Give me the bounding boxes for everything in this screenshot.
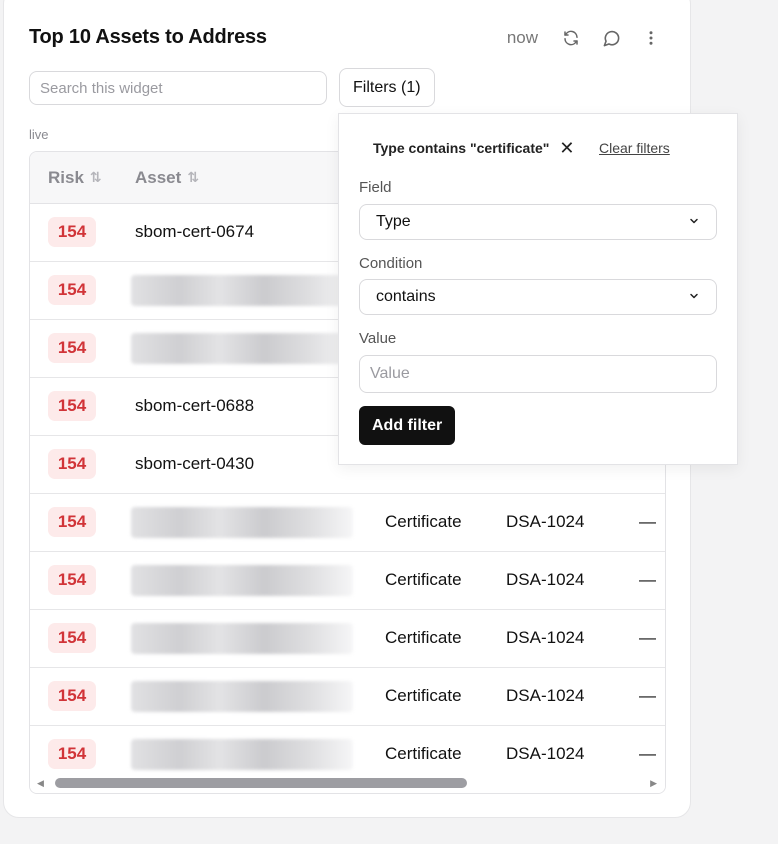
close-icon[interactable]: ✕ [559, 139, 574, 157]
column-header-label: Risk [48, 167, 84, 187]
asset-algorithm: DSA-1024 [506, 686, 585, 705]
filter-popover: Type contains "certificate" ✕ Clear filt… [338, 113, 738, 465]
updated-timestamp: now [506, 28, 538, 47]
value-input[interactable] [359, 355, 717, 393]
risk-badge: 154 [48, 739, 96, 769]
sort-icon: ⇅ [187, 169, 200, 185]
table-row[interactable]: 154 Certificate DSA-1024 — [30, 494, 665, 552]
active-filter-chip: Type contains "certificate" ✕ [373, 139, 575, 157]
column-header-asset[interactable]: Asset ⇅ [135, 168, 199, 188]
comment-icon[interactable] [600, 27, 622, 49]
risk-badge: 154 [48, 565, 96, 595]
redacted-asset-name [131, 739, 353, 770]
redacted-asset-name [131, 623, 353, 654]
scroll-left-arrow-icon[interactable]: ◀ [37, 778, 44, 789]
redacted-asset-name [131, 275, 353, 306]
asset-algorithm: DSA-1024 [506, 744, 585, 763]
asset-type: Certificate [385, 570, 462, 589]
condition-label: Condition [359, 255, 423, 272]
widget-header-actions: now [507, 27, 662, 49]
risk-badge: 154 [48, 217, 96, 247]
redacted-asset-name [131, 507, 353, 538]
scrollbar-thumb[interactable] [55, 778, 467, 788]
chevron-down-icon [688, 289, 700, 305]
asset-extra: — [639, 570, 656, 589]
asset-name[interactable]: sbom-cert-0674 [135, 222, 254, 242]
asset-type: Certificate [385, 686, 462, 705]
asset-algorithm: DSA-1024 [506, 570, 585, 589]
risk-badge: 154 [48, 449, 96, 479]
asset-extra: — [639, 686, 656, 705]
asset-extra: — [639, 628, 656, 647]
widget-title: Top 10 Assets to Address [29, 26, 267, 48]
redacted-asset-name [131, 333, 353, 364]
redacted-asset-name [131, 565, 353, 596]
field-select-value: Type [376, 213, 411, 230]
add-filter-button[interactable]: Add filter [359, 406, 456, 445]
risk-badge: 154 [48, 275, 96, 305]
redacted-asset-name [131, 681, 353, 712]
asset-type: Certificate [385, 628, 462, 647]
table-row[interactable]: 154 Certificate DSA-1024 — [30, 668, 665, 726]
condition-select-value: contains [376, 288, 436, 305]
risk-badge: 154 [48, 507, 96, 537]
filters-button[interactable]: Filters (1) [339, 68, 435, 107]
risk-badge: 154 [48, 391, 96, 421]
horizontal-scrollbar[interactable]: ◀ ▶ [30, 773, 665, 793]
asset-algorithm: DSA-1024 [506, 628, 585, 647]
asset-extra: — [639, 744, 656, 763]
chevron-down-icon [688, 214, 700, 230]
live-indicator: live [29, 127, 49, 142]
asset-type: Certificate [385, 512, 462, 531]
column-header-risk[interactable]: Risk ⇅ [48, 168, 102, 188]
scroll-right-arrow-icon[interactable]: ▶ [650, 778, 657, 789]
table-row[interactable]: 154 Certificate DSA-1024 — [30, 552, 665, 610]
condition-select[interactable]: contains [359, 279, 717, 315]
active-filter-label: Type contains "certificate" [373, 140, 550, 156]
sort-icon: ⇅ [89, 169, 102, 185]
risk-badge: 154 [48, 681, 96, 711]
table-row[interactable]: 154 Certificate DSA-1024 — [30, 610, 665, 668]
value-label: Value [359, 330, 397, 347]
more-vertical-icon[interactable] [640, 27, 662, 49]
asset-type: Certificate [385, 744, 462, 763]
field-label: Field [359, 179, 392, 196]
risk-badge: 154 [48, 623, 96, 653]
search-input[interactable] [29, 71, 327, 105]
column-header-label: Asset [135, 167, 182, 187]
field-select[interactable]: Type [359, 204, 717, 240]
clear-filters-link[interactable]: Clear filters [599, 140, 670, 156]
asset-name[interactable]: sbom-cert-0430 [135, 454, 254, 474]
asset-name[interactable]: sbom-cert-0688 [135, 396, 254, 416]
asset-algorithm: DSA-1024 [506, 512, 585, 531]
refresh-icon[interactable] [560, 27, 582, 49]
asset-extra: — [639, 512, 656, 531]
risk-badge: 154 [48, 333, 96, 363]
